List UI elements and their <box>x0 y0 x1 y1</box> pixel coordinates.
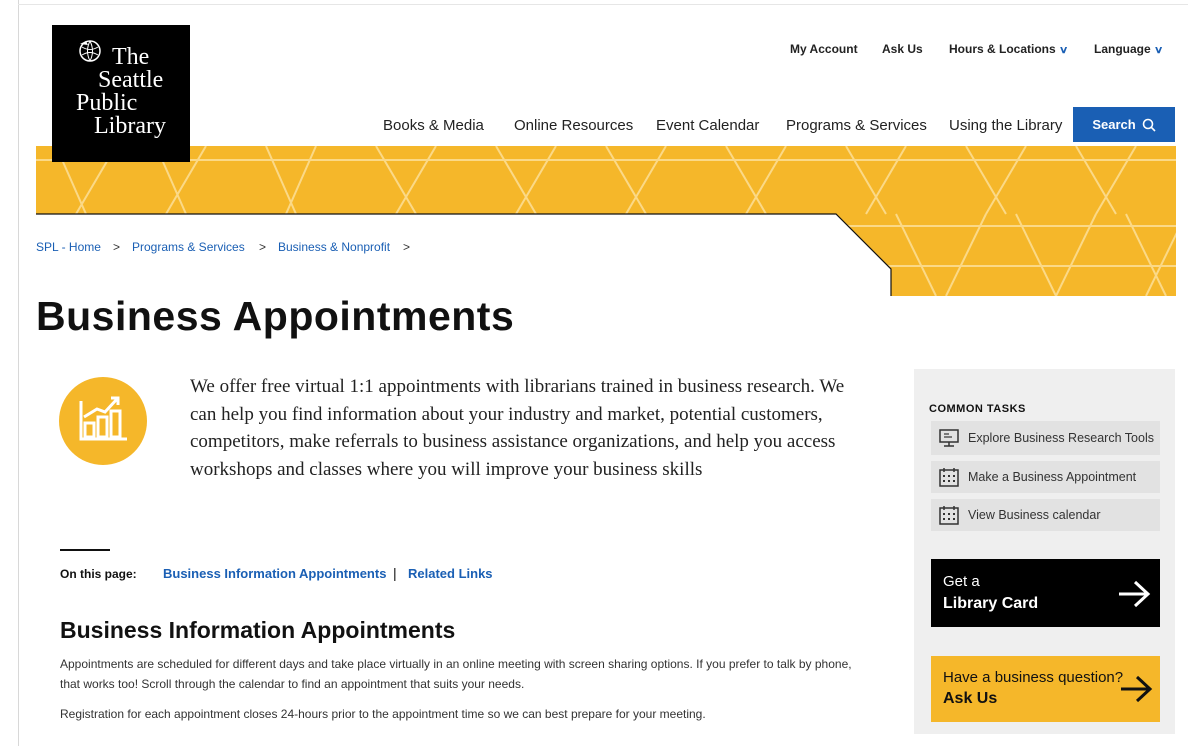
nav-event-calendar[interactable]: Event Calendar <box>656 117 759 134</box>
chevron-down-icon: ∨ <box>1153 45 1164 56</box>
page-edge-top <box>18 4 1188 5</box>
common-tasks-heading: COMMON TASKS <box>929 403 1026 415</box>
nav-using-library[interactable]: Using the Library <box>949 117 1062 134</box>
util-hours-locations[interactable]: Hours & Locations ∨ <box>949 42 1069 56</box>
arrow-right-icon <box>1121 675 1153 703</box>
intro-icon-circle <box>59 377 147 465</box>
computer-icon <box>939 429 959 447</box>
nav-books-media[interactable]: Books & Media <box>383 117 484 134</box>
library-card-big-text: Library Card <box>943 595 1039 612</box>
breadcrumb-business[interactable]: Business & Nonprofit <box>278 240 390 254</box>
task-label: View Business calendar <box>968 507 1101 522</box>
util-my-account[interactable]: My Account <box>790 42 858 56</box>
section-paragraph-1: Appointments are scheduled for different… <box>60 657 852 691</box>
nav-programs-services[interactable]: Programs & Services <box>786 117 927 134</box>
logo-text-2: Seattle <box>98 67 164 93</box>
util-hours-label: Hours & Locations <box>949 42 1056 56</box>
intro-text: We offer free virtual 1:1 appointments w… <box>190 376 845 480</box>
ask-us-big-text: Ask Us <box>943 690 998 707</box>
util-my-account-label: My Account <box>790 42 858 56</box>
nav-online-resources[interactable]: Online Resources <box>514 117 633 134</box>
util-ask-us-label: Ask Us <box>882 42 923 56</box>
search-button-label: Search <box>1092 117 1136 132</box>
breadcrumb-programs[interactable]: Programs & Services <box>132 240 245 254</box>
breadcrumb-separator: > <box>403 240 411 254</box>
util-language-label: Language <box>1094 42 1151 56</box>
logo-text-1: The <box>112 44 150 70</box>
search-icon <box>1142 118 1156 132</box>
link-related-links[interactable]: Related Links <box>408 566 493 581</box>
link-business-info-appointments[interactable]: Business Information Appointments <box>163 566 386 581</box>
logo-text-3: Public <box>76 90 138 116</box>
logo-text-4: Library <box>94 113 166 139</box>
on-this-page-label: On this page: <box>60 567 137 581</box>
task-label: Explore Business Research Tools <box>968 430 1154 445</box>
section-heading: Business Information Appointments <box>60 617 456 643</box>
task-view-calendar[interactable]: View Business calendar <box>931 499 1160 531</box>
calendar-icon <box>939 506 959 525</box>
library-logo[interactable]: The Seattle Public Library <box>52 25 190 162</box>
task-make-appointment[interactable]: Make a Business Appointment <box>931 461 1160 493</box>
decorative-banner <box>36 146 1176 296</box>
library-card-promo[interactable]: Get a Library Card <box>931 559 1160 627</box>
breadcrumb-home[interactable]: SPL - Home <box>36 240 101 254</box>
task-explore-research-tools[interactable]: Explore Business Research Tools <box>931 421 1160 455</box>
task-label: Make a Business Appointment <box>968 469 1137 484</box>
page-title: Business Appointments <box>36 293 515 339</box>
breadcrumb-separator: > <box>259 240 267 254</box>
ask-us-small-text: Have a business question? <box>943 669 1124 686</box>
breadcrumb-separator: > <box>113 240 121 254</box>
util-language[interactable]: Language ∨ <box>1094 42 1164 56</box>
search-button[interactable]: Search <box>1073 107 1175 142</box>
chart-growth-icon <box>79 396 127 441</box>
on-this-page-divider <box>60 549 110 551</box>
util-ask-us[interactable]: Ask Us <box>882 42 923 56</box>
arrow-right-icon <box>1119 580 1151 608</box>
on-this-page-separator: | <box>393 565 397 581</box>
globe-icon <box>79 40 101 62</box>
section-paragraph-2: Registration for each appointment closes… <box>60 707 706 721</box>
library-card-small-text: Get a <box>943 573 980 590</box>
chevron-down-icon: ∨ <box>1058 45 1069 56</box>
calendar-icon <box>939 468 959 487</box>
ask-us-promo[interactable]: Have a business question? Ask Us <box>931 656 1160 722</box>
page-edge-line <box>18 0 19 746</box>
